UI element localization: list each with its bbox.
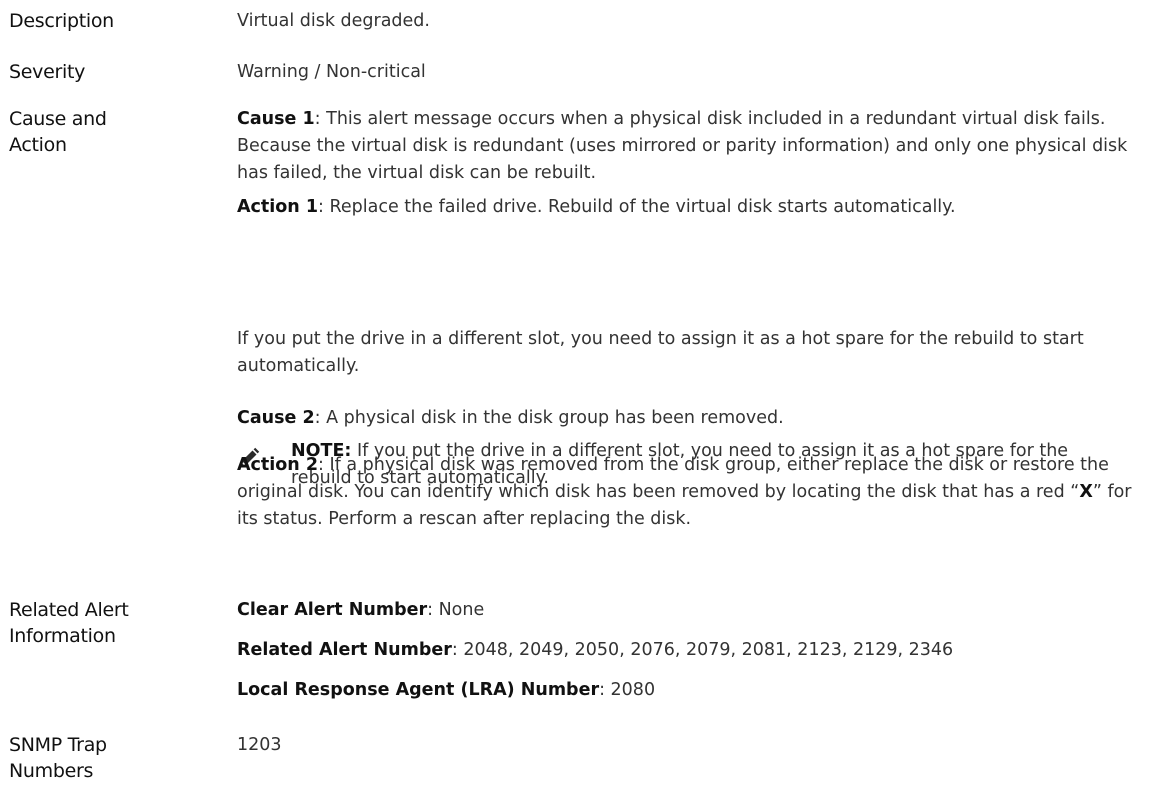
cause-1-label: Cause 1: [237, 109, 315, 129]
lra-number: Local Response Agent (LRA) Number: 2080: [237, 677, 1137, 704]
cause-2-text: : A physical disk in the disk group has …: [314, 408, 784, 428]
cause-1-paragraph: Cause 1: This alert message occurs when …: [237, 106, 1137, 187]
cause-2-label: Cause 2: [237, 408, 315, 428]
action-1-text: : Replace the failed drive. Rebuild of t…: [318, 197, 956, 217]
cause-2-paragraph: Cause 2: A physical disk in the disk gro…: [237, 405, 1137, 432]
lra-number-value: : 2080: [599, 680, 656, 700]
description-value: Virtual disk degraded.: [237, 11, 430, 31]
related-alert-label: Related Alert Information: [9, 597, 209, 649]
lra-number-label: Local Response Agent (LRA) Number: [237, 680, 600, 700]
action-1-paragraph: Action 1: Replace the failed drive. Rebu…: [237, 194, 1137, 221]
related-alert-number-label: Related Alert Number: [237, 640, 452, 660]
action-2-paragraph: Action 2: If a physical disk was removed…: [237, 452, 1137, 533]
severity-label: Severity: [9, 61, 86, 83]
snmp-trap-value: 1203: [237, 735, 282, 755]
cause-action-label: Cause and Action: [9, 106, 209, 158]
action-1-label: Action 1: [237, 197, 319, 217]
snmp-trap-label: SNMP Trap Numbers: [9, 732, 209, 784]
cause-action-label-line1: Cause and: [9, 108, 107, 130]
clear-alert-label: Clear Alert Number: [237, 600, 428, 620]
related-alert-number: Related Alert Number: 2048, 2049, 2050, …: [237, 637, 1137, 664]
action-2-label: Action 2: [237, 455, 319, 475]
description-label: Description: [9, 10, 114, 32]
clear-alert-value: : None: [427, 600, 485, 620]
related-alert-number-value: : 2048, 2049, 2050, 2076, 2079, 2081, 21…: [451, 640, 954, 660]
related-alert-label-line1: Related Alert: [9, 599, 129, 621]
clear-alert-number: Clear Alert Number: None: [237, 597, 1137, 624]
cause-1-text: : This alert message occurs when a physi…: [237, 109, 1128, 183]
snmp-trap-label-line1: SNMP Trap: [9, 734, 107, 756]
snmp-trap-label-line2: Numbers: [9, 760, 94, 782]
related-alert-label-line2: Information: [9, 625, 116, 647]
severity-value: Warning / Non-critical: [237, 62, 426, 82]
cause-action-label-line2: Action: [9, 134, 67, 156]
note-repeat-paragraph: If you put the drive in a different slot…: [237, 329, 1084, 376]
status-x-mark: X: [1079, 482, 1093, 502]
action-2-text-a: : If a physical disk was removed from th…: [237, 455, 1109, 502]
